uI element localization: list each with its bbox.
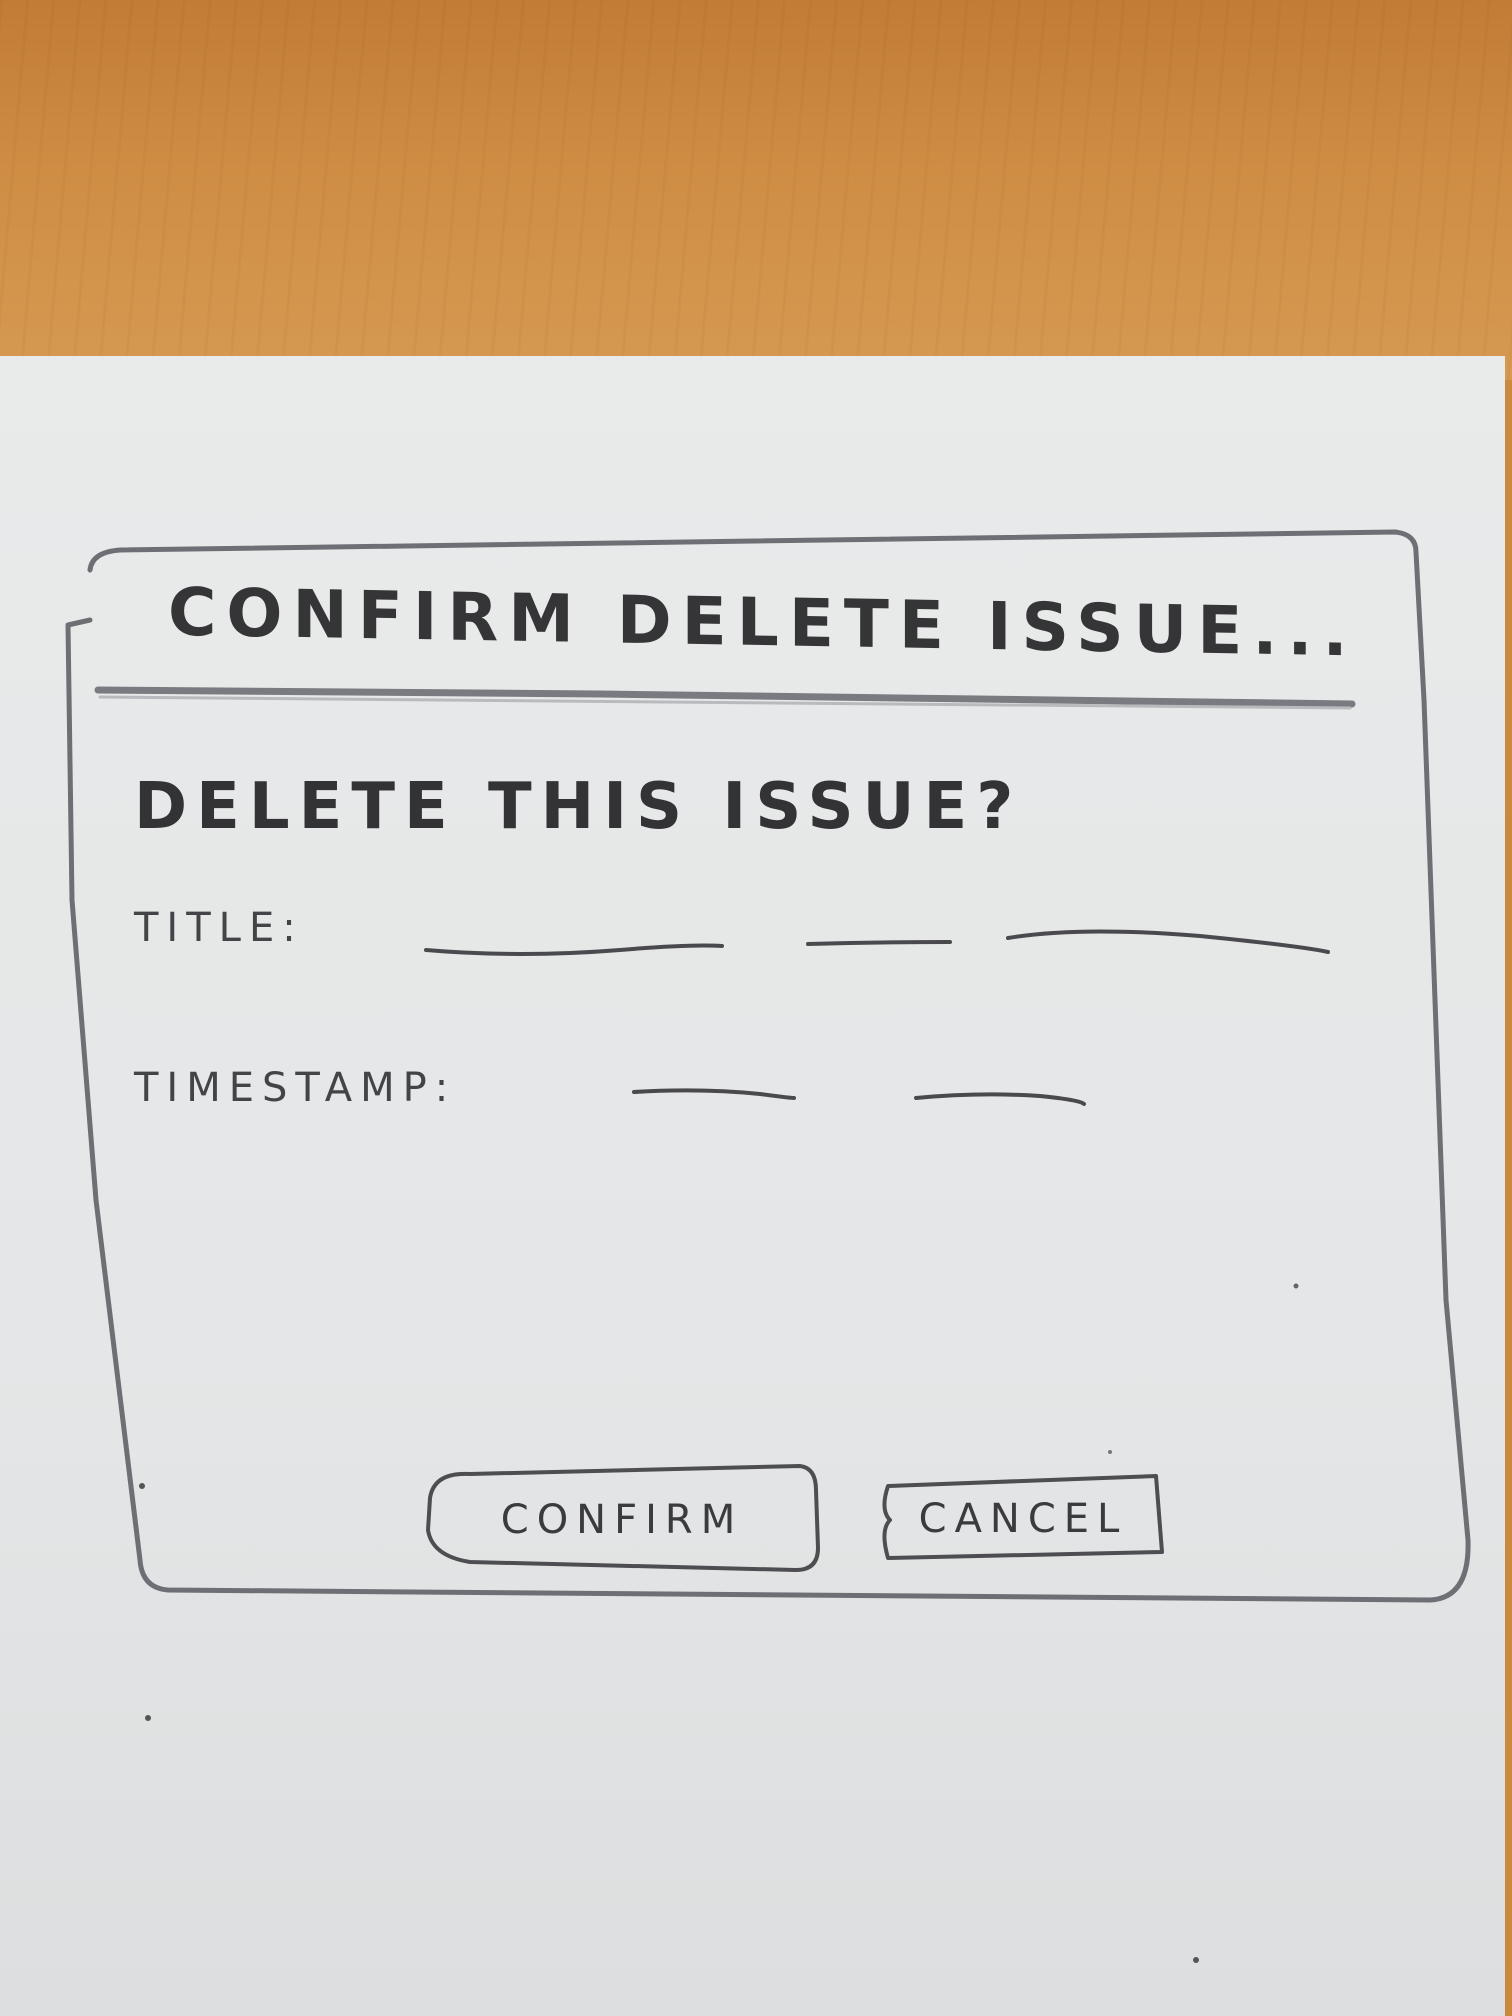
title-field-label: TITLE: (134, 905, 304, 951)
paper-speck (139, 1483, 145, 1489)
confirm-button[interactable]: CONFIRM (428, 1470, 816, 1570)
paper-speck (1193, 1957, 1199, 1963)
delete-question: DELETE THIS ISSUE? (134, 770, 1023, 844)
timestamp-value-placeholder-1 (632, 1088, 796, 1100)
timestamp-field-label: TIMESTAMP: (134, 1065, 457, 1111)
title-value-placeholder-3 (1006, 929, 1330, 954)
timestamp-value-placeholder-2 (914, 1092, 1086, 1106)
wireframe-sketch (65, 529, 1471, 1963)
title-value-placeholder-1 (424, 943, 724, 956)
paper-speck (1108, 1450, 1112, 1454)
cancel-button[interactable]: CANCEL (884, 1478, 1162, 1560)
title-value-placeholder-2 (806, 940, 952, 946)
paper-speck (145, 1715, 151, 1721)
paper-speck (1293, 1283, 1299, 1289)
